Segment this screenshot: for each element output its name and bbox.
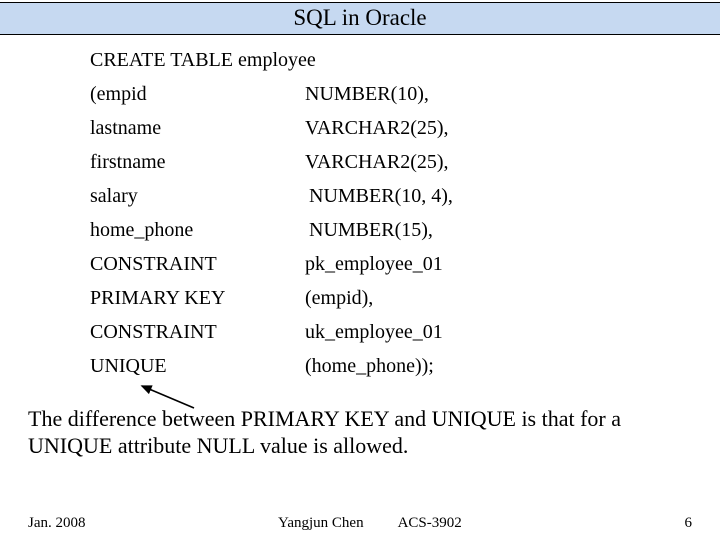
table-row: (empid NUMBER(10), — [90, 84, 630, 104]
col-type: NUMBER(10), — [305, 84, 630, 104]
footer-page-number: 6 — [642, 515, 720, 532]
col-type: (home_phone)); — [305, 356, 630, 376]
col-name: salary — [90, 186, 305, 206]
col-name: CONSTRAINT — [90, 254, 305, 274]
footer: Jan. 2008 Yangjun Chen ACS-3902 6 — [0, 515, 720, 532]
col-type: uk_employee_01 — [305, 322, 630, 342]
footer-course: ACS-3902 — [398, 515, 462, 532]
slide-content: CREATE TABLE employee (empid NUMBER(10),… — [0, 35, 720, 376]
col-name: firstname — [90, 152, 305, 172]
table-row: firstname VARCHAR2(25), — [90, 152, 630, 172]
col-type: NUMBER(15), — [305, 220, 630, 240]
table-row: CONSTRAINT pk_employee_01 — [90, 254, 630, 274]
col-name: PRIMARY KEY — [90, 288, 305, 308]
slide-title: SQL in Oracle — [0, 2, 720, 35]
col-name: home_phone — [90, 220, 305, 240]
table-row: lastname VARCHAR2(25), — [90, 118, 630, 138]
col-name: lastname — [90, 118, 305, 138]
table-row: PRIMARY KEY (empid), — [90, 288, 630, 308]
explanation-text: The difference between PRIMARY KEY and U… — [0, 406, 720, 460]
footer-date: Jan. 2008 — [0, 515, 248, 532]
col-name: CONSTRAINT — [90, 322, 305, 342]
table-row: salary NUMBER(10, 4), — [90, 186, 630, 206]
table-row: home_phone NUMBER(15), — [90, 220, 630, 240]
col-name: (empid — [90, 84, 305, 104]
col-type: pk_employee_01 — [305, 254, 630, 274]
col-type: VARCHAR2(25), — [305, 118, 630, 138]
col-name: UNIQUE — [90, 356, 305, 376]
col-type: (empid), — [305, 288, 630, 308]
col-type: VARCHAR2(25), — [305, 152, 630, 172]
ddl-statement: CREATE TABLE employee — [90, 49, 630, 72]
col-type: NUMBER(10, 4), — [305, 186, 630, 206]
table-row: UNIQUE (home_phone)); — [90, 356, 630, 376]
table-row: CONSTRAINT uk_employee_01 — [90, 322, 630, 342]
footer-author: Yangjun Chen — [278, 515, 364, 532]
arrow-up-left-icon — [136, 382, 206, 412]
